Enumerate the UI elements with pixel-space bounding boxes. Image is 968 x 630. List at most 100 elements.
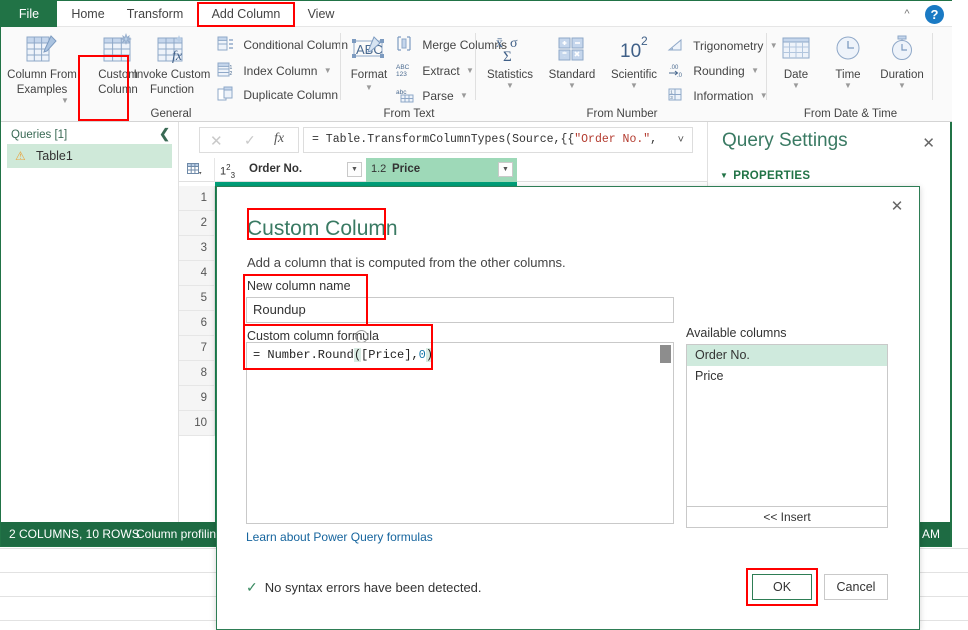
tab-file[interactable]: File <box>1 1 57 27</box>
query-settings-properties-label: PROPERTIES <box>733 170 811 182</box>
tab-view[interactable]: View <box>299 1 343 27</box>
date-button[interactable]: Date ▼ <box>770 31 822 90</box>
rounding-label: Rounding <box>693 64 745 78</box>
formula-cancel-icon[interactable]: ✕ <box>210 132 223 150</box>
chevron-left-icon[interactable]: ❮ <box>159 126 170 142</box>
available-columns-label: Available columns <box>686 326 787 340</box>
column-from-examples-label-1: Column From <box>7 69 77 81</box>
format-button[interactable]: ABC Format ▼ <box>344 31 394 92</box>
row-header[interactable]: 8 <box>179 361 215 386</box>
formula-head: = Number.Round <box>253 348 354 362</box>
time-button[interactable]: Time ▼ <box>822 31 874 90</box>
learn-power-query-formulas-link[interactable]: Learn about Power Query formulas <box>246 530 433 544</box>
tab-home[interactable]: Home <box>63 1 113 27</box>
new-column-name-input[interactable]: Roundup <box>246 297 674 323</box>
custom-column-formula-input[interactable]: = Number.Round([Price],0) <box>246 342 674 524</box>
syntax-status: ✓ No syntax errors have been detected. <box>246 579 482 596</box>
invoke-custom-function-button[interactable]: fx Invoke Custom Function <box>129 31 215 97</box>
statistics-dropdown-icon[interactable]: ▼ <box>479 82 541 90</box>
column-from-examples-icon <box>5 31 79 67</box>
parse-item[interactable]: abc Parse ▼ <box>396 85 468 106</box>
standard-button[interactable]: Standard ▼ <box>541 31 603 90</box>
duplicate-column-label: Duplicate Column <box>243 88 339 102</box>
insert-button[interactable]: << Insert <box>686 506 888 528</box>
chevron-down-icon[interactable]: ▼ <box>347 162 362 177</box>
information-icon: 1 3 <box>667 87 686 104</box>
column-from-examples-dropdown-icon[interactable]: ▼ <box>51 97 79 105</box>
trigonometry-item[interactable]: Trigonometry ▼ <box>667 35 778 56</box>
row-header[interactable]: 4 <box>179 261 215 286</box>
formula-accept-icon[interactable]: ✓ <box>244 132 256 149</box>
formula-bar-buttons: ✕ ✓ fx <box>199 127 299 153</box>
svg-text:fx: fx <box>172 49 183 64</box>
rounding-item[interactable]: .00 .0 Rounding ▼ <box>667 60 759 81</box>
row-header[interactable]: 7 <box>179 336 215 361</box>
query-settings-close-icon[interactable]: ✕ <box>922 134 935 152</box>
query-settings-properties-section[interactable]: ▼ PROPERTIES <box>720 170 810 182</box>
time-dropdown-icon[interactable]: ▼ <box>822 82 874 90</box>
query-item-label: Table1 <box>36 149 73 163</box>
ribbon-group-general-label: General <box>150 108 192 120</box>
ok-button[interactable]: OK <box>752 574 812 600</box>
formula-expand-icon[interactable]: ˅ <box>678 134 684 146</box>
format-dropdown-icon[interactable]: ▼ <box>344 84 394 92</box>
parse-dropdown-icon[interactable]: ▼ <box>460 91 468 100</box>
tab-transform[interactable]: Transform <box>117 1 193 27</box>
row-header[interactable]: 6 <box>179 311 215 336</box>
column-header-order-no[interactable]: 123 Order No. ▼ <box>215 158 366 182</box>
row-header[interactable]: 9 <box>179 386 215 411</box>
svg-text:x̄: x̄ <box>496 36 503 51</box>
dialog-description: Add a column that is computed from the o… <box>247 255 566 270</box>
scientific-button[interactable]: 10 2 Scientific ▼ <box>603 31 665 90</box>
row-header[interactable]: 3 <box>179 236 215 261</box>
row-header[interactable]: 10 <box>179 411 215 436</box>
statistics-button[interactable]: x̄ σ Σ Statistics ▼ <box>479 31 541 90</box>
formula-string: "Order No." <box>574 133 651 146</box>
svg-text:123: 123 <box>396 71 407 78</box>
extract-item[interactable]: ABC 123 Extract ▼ <box>396 60 474 81</box>
chevron-down-icon[interactable]: ▼ <box>498 162 513 177</box>
duration-dropdown-icon[interactable]: ▼ <box>874 82 930 90</box>
clock-icon <box>822 31 874 67</box>
available-column-item[interactable]: Price <box>687 366 887 387</box>
duplicate-column-icon <box>217 86 236 103</box>
column-header-label: Order No. <box>249 163 303 175</box>
select-all-button[interactable] <box>179 158 215 182</box>
duplicate-column-item[interactable]: Duplicate Column <box>217 85 338 106</box>
fx-icon[interactable]: fx <box>274 131 284 147</box>
extract-dropdown-icon[interactable]: ▼ <box>466 66 474 75</box>
row-header[interactable]: 5 <box>179 286 215 311</box>
new-column-name-label: New column name <box>247 279 351 293</box>
available-column-item[interactable]: Order No. <box>687 345 887 366</box>
index-column-dropdown-icon[interactable]: ▼ <box>324 66 332 75</box>
column-from-examples-button[interactable]: Column From Examples ▼ <box>5 31 79 105</box>
column-header-price[interactable]: 1.2 Price ▼ <box>366 158 517 182</box>
available-columns-list[interactable]: Order No. Price <box>686 344 888 524</box>
dialog-title: Custom Column <box>247 217 398 240</box>
index-column-item[interactable]: 1 2 Index Column ▼ <box>217 60 332 81</box>
row-header[interactable]: 1 <box>179 186 215 211</box>
rounding-dropdown-icon[interactable]: ▼ <box>751 66 759 75</box>
formula-scrollbar-thumb[interactable] <box>660 345 671 363</box>
formula-input[interactable]: = Table.TransformColumnTypes(Source,{{"O… <box>303 127 693 153</box>
dialog-close-icon[interactable]: ✕ <box>887 197 907 217</box>
trigonometry-label: Trigonometry <box>693 39 764 53</box>
cancel-button[interactable]: Cancel <box>824 574 888 600</box>
status-column-profiling[interactable]: Column profiling <box>136 522 223 546</box>
svg-text:2: 2 <box>641 34 648 48</box>
formula-scrollbar[interactable] <box>660 344 672 522</box>
query-item-table1[interactable]: ⚠ Table1 <box>7 144 172 168</box>
conditional-column-label: Conditional Column <box>243 38 349 52</box>
invoke-custom-function-label-2: Function <box>149 84 195 96</box>
information-item[interactable]: 1 3 Information ▼ <box>667 85 768 106</box>
row-header[interactable]: 2 <box>179 211 215 236</box>
standard-dropdown-icon[interactable]: ▼ <box>541 82 603 90</box>
date-dropdown-icon[interactable]: ▼ <box>770 82 822 90</box>
tab-add-column[interactable]: Add Column <box>197 1 295 27</box>
collapse-ribbon-icon[interactable]: ^ <box>900 7 914 21</box>
conditional-column-item[interactable]: Conditional Column <box>217 35 348 56</box>
ribbon-body: Column From Examples ▼ Custom Column fx … <box>1 27 952 122</box>
duration-button[interactable]: Duration ▼ <box>874 31 930 90</box>
help-icon[interactable]: ? <box>925 5 944 24</box>
scientific-dropdown-icon[interactable]: ▼ <box>603 82 665 90</box>
